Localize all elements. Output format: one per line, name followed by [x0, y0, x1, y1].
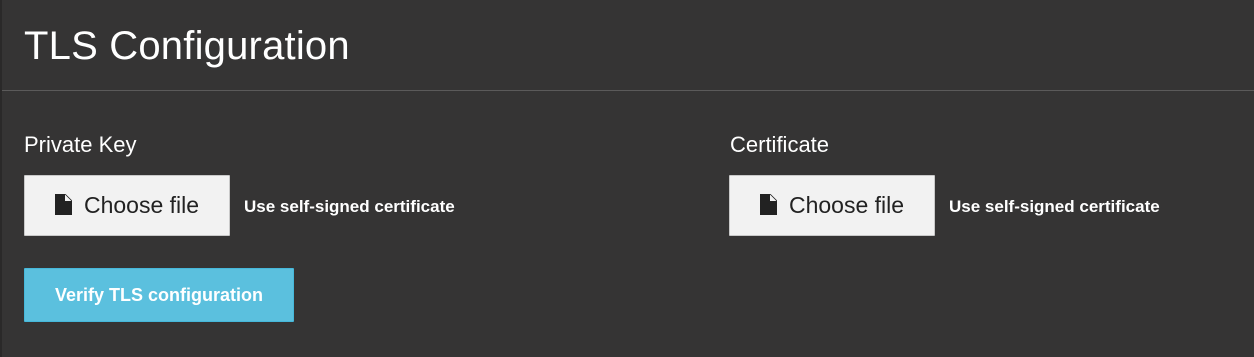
private-key-label: Private Key — [24, 132, 137, 157]
private-key-self-signed-hint: Use self-signed certificate — [244, 197, 455, 216]
file-icon — [759, 194, 777, 215]
page-title: TLS Configuration — [24, 24, 350, 68]
certificate-label: Certificate — [730, 132, 830, 157]
panel-edge — [0, 0, 2, 357]
certificate-choose-file-button[interactable]: Choose file — [729, 175, 935, 236]
certificate-choose-file-label: Choose file — [788, 192, 905, 218]
file-icon — [54, 194, 72, 215]
title-divider — [2, 90, 1254, 91]
certificate-self-signed-hint: Use self-signed certificate — [949, 197, 1160, 216]
private-key-choose-file-button[interactable]: Choose file — [24, 175, 230, 236]
private-key-choose-file-label: Choose file — [83, 192, 200, 218]
verify-tls-configuration-button[interactable]: Verify TLS configuration — [24, 268, 294, 322]
